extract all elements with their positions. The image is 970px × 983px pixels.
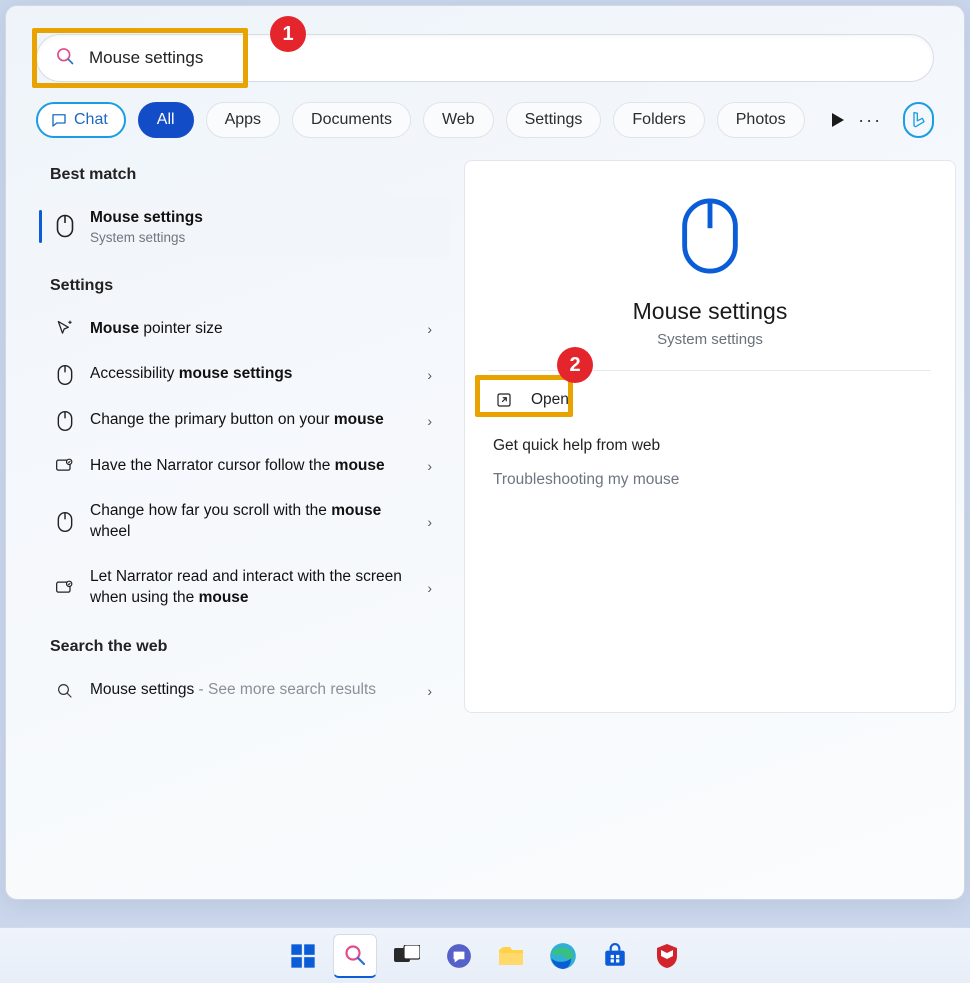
preview-pane: Mouse settings System settings Open 2 Ge…: [464, 160, 956, 713]
pointer-icon: [54, 319, 76, 339]
search-icon: [54, 682, 76, 700]
mouse-icon: [54, 364, 76, 386]
taskbar: [0, 927, 970, 983]
chevron-right-icon: ›: [427, 580, 432, 596]
settings-result-narrator-read[interactable]: Let Narrator read and interact with the …: [36, 555, 450, 621]
annotation-badge-1: 1: [270, 16, 306, 52]
tab-chat-label: Chat: [74, 111, 108, 129]
tab-folders[interactable]: Folders: [613, 102, 704, 138]
annotation-badge-2: 2: [557, 347, 593, 383]
chevron-right-icon: ›: [427, 367, 432, 383]
open-button[interactable]: Open: [483, 381, 937, 419]
open-label: Open: [531, 391, 569, 409]
results-left-column: Best match Mouse settings System setting…: [36, 160, 450, 713]
search-query-text: Mouse settings: [89, 48, 203, 68]
chevron-right-icon: ›: [427, 458, 432, 474]
search-web-header: Search the web: [50, 638, 450, 656]
best-match-result[interactable]: Mouse settings System settings: [36, 196, 450, 257]
search-input[interactable]: Mouse settings: [36, 34, 934, 82]
bing-icon[interactable]: [903, 102, 934, 138]
tab-chat[interactable]: Chat: [36, 102, 126, 138]
best-match-header: Best match: [50, 166, 450, 184]
taskbar-explorer[interactable]: [489, 934, 533, 978]
search-panel: Mouse settings 1 Chat All Apps Documents…: [5, 5, 965, 900]
taskbar-search[interactable]: [333, 934, 377, 978]
settings-result-pointer-size[interactable]: Mouse pointer size ›: [36, 307, 450, 352]
preview-title: Mouse settings: [633, 298, 788, 325]
chevron-right-icon: ›: [427, 683, 432, 699]
web-help-item[interactable]: Troubleshooting my mouse: [483, 461, 937, 499]
play-icon[interactable]: [829, 109, 848, 131]
chevron-right-icon: ›: [427, 413, 432, 429]
narrator-icon: [54, 579, 76, 597]
taskbar-edge[interactable]: [541, 934, 585, 978]
taskbar-chat[interactable]: [437, 934, 481, 978]
mouse-icon: [54, 214, 76, 238]
filter-tabs: Chat All Apps Documents Web Settings Fol…: [36, 100, 934, 140]
open-icon: [493, 391, 515, 409]
mouse-icon: [54, 511, 76, 533]
preview-subtitle: System settings: [657, 331, 763, 348]
mouse-icon: [680, 197, 740, 280]
narrator-icon: [54, 457, 76, 475]
taskbar-mcafee[interactable]: [645, 934, 689, 978]
taskbar-taskview[interactable]: [385, 934, 429, 978]
tab-photos[interactable]: Photos: [717, 102, 805, 138]
tab-documents[interactable]: Documents: [292, 102, 411, 138]
preview-hero: Mouse settings System settings: [465, 161, 955, 370]
taskbar-store[interactable]: [593, 934, 637, 978]
settings-result-scroll-wheel[interactable]: Change how far you scroll with the mouse…: [36, 489, 450, 555]
taskbar-start[interactable]: [281, 934, 325, 978]
more-icon[interactable]: ···: [859, 109, 881, 131]
settings-result-primary-button[interactable]: Change the primary button on your mouse …: [36, 398, 450, 444]
tab-settings[interactable]: Settings: [506, 102, 602, 138]
tab-apps[interactable]: Apps: [206, 102, 280, 138]
settings-result-narrator-follow[interactable]: Have the Narrator cursor follow the mous…: [36, 444, 450, 489]
tab-web[interactable]: Web: [423, 102, 494, 138]
mouse-icon: [54, 410, 76, 432]
settings-result-accessibility-mouse[interactable]: Accessibility mouse settings ›: [36, 352, 450, 398]
settings-section-header: Settings: [50, 277, 450, 295]
search-bar-container: Mouse settings 1: [36, 34, 934, 82]
search-icon: [55, 46, 75, 71]
tab-all[interactable]: All: [138, 102, 194, 138]
web-help-header: Get quick help from web: [483, 419, 937, 461]
chevron-right-icon: ›: [427, 321, 432, 337]
chevron-right-icon: ›: [427, 514, 432, 530]
web-result-more[interactable]: Mouse settings - See more search results…: [36, 668, 450, 713]
